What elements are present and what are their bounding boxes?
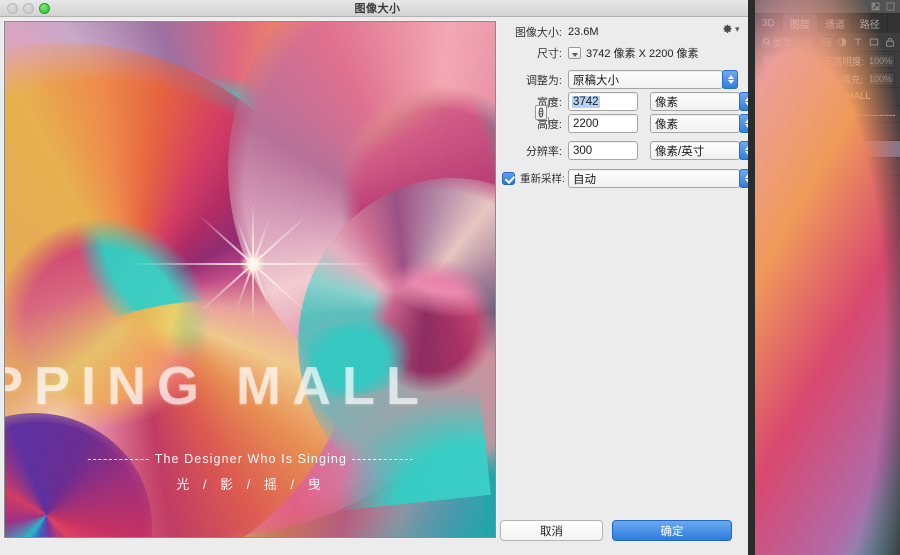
layers-list: T SHOPPING MALL 光 / 影 / 摇 / 曳 ----------…: [755, 0, 900, 555]
image-size-form: ▾ 图像大小: 23.6M 尺寸: 3742 像素 X 2200 像素 调整为:…: [500, 17, 755, 555]
image-preview[interactable]: PPING MALL ------------ The Designer Who…: [4, 21, 496, 538]
width-unit-value: 像素: [650, 92, 740, 111]
layer-row-layer-6[interactable]: 图层 6: [755, 0, 900, 555]
link-bracket-top: [548, 99, 557, 108]
poster-subtitle: ------------ The Designer Who Is Singing…: [87, 452, 415, 466]
resample-row: 重新采样: 自动: [500, 169, 755, 188]
resample-checkbox[interactable]: [502, 172, 515, 185]
resolution-row: 分辨率: 300 像素/英寸: [500, 141, 755, 160]
poster-title: PPING MALL: [5, 356, 430, 416]
ok-button[interactable]: 确定: [612, 520, 732, 541]
image-size-value: 23.6M: [568, 26, 599, 38]
photoshop-image-size-window: 图像大小 PPING MALL ------------ The Designe…: [0, 0, 900, 555]
poster-artwork: PPING MALL ------------ The Designer Who…: [5, 22, 495, 537]
gear-icon[interactable]: ▾: [722, 22, 742, 36]
window-title: 图像大小: [354, 3, 401, 15]
height-unit-value: 像素: [650, 114, 740, 133]
dimensions-label: 尺寸:: [536, 48, 562, 60]
resolution-value: 300: [573, 144, 593, 157]
dialog-button-bar: 取消 确定: [500, 520, 750, 541]
resolution-input[interactable]: 300: [568, 141, 638, 160]
dimensions-disclosure-icon[interactable]: [568, 47, 581, 59]
resample-value: 自动: [568, 169, 740, 188]
height-value: 2200: [573, 117, 599, 130]
link-bracket-bottom: [548, 117, 557, 126]
width-unit-select[interactable]: 像素: [650, 92, 755, 111]
link-dimensions-group: [535, 93, 561, 131]
poster-chinese-tagline: 光 / 影 / 摇 / 曳: [176, 477, 326, 492]
resolution-unit-value: 像素/英寸: [650, 141, 740, 160]
layers-panel: 3D 图层 通道 路径 类型 ⇕: [755, 0, 900, 555]
layer-thumbnail: [755, 0, 900, 555]
width-input[interactable]: 3742: [568, 92, 638, 111]
resample-label: 重新采样:: [520, 173, 565, 185]
dialog-body: PPING MALL ------------ The Designer Who…: [0, 17, 755, 555]
image-size-row: 图像大小: 23.6M: [500, 23, 755, 41]
chain-link-glyph: [538, 107, 544, 118]
dimensions-row: 尺寸: 3742 像素 X 2200 像素: [500, 44, 755, 62]
fit-to-row: 调整为: 原稿大小: [500, 70, 755, 89]
window-titlebar: 图像大小: [0, 0, 755, 17]
resolution-label: 分辨率:: [525, 145, 562, 158]
resolution-unit-select[interactable]: 像素/英寸: [650, 141, 755, 160]
resample-select[interactable]: 自动: [568, 169, 755, 188]
fit-to-label: 调整为:: [525, 74, 562, 87]
gear-glyph: [723, 24, 732, 33]
fit-to-stepper-icon[interactable]: [722, 70, 738, 89]
height-input[interactable]: 2200: [568, 114, 638, 133]
width-value: 3742: [572, 95, 600, 108]
panel-divider: [748, 0, 755, 555]
cancel-button[interactable]: 取消: [500, 520, 603, 541]
image-size-label: 图像大小:: [514, 27, 562, 39]
height-unit-select[interactable]: 像素: [650, 114, 755, 133]
fit-to-value: 原稿大小: [568, 70, 723, 89]
fit-to-select[interactable]: 原稿大小: [568, 70, 738, 89]
chain-link-icon[interactable]: [535, 105, 547, 120]
dimensions-value: 3742 像素 X 2200 像素: [586, 48, 699, 60]
